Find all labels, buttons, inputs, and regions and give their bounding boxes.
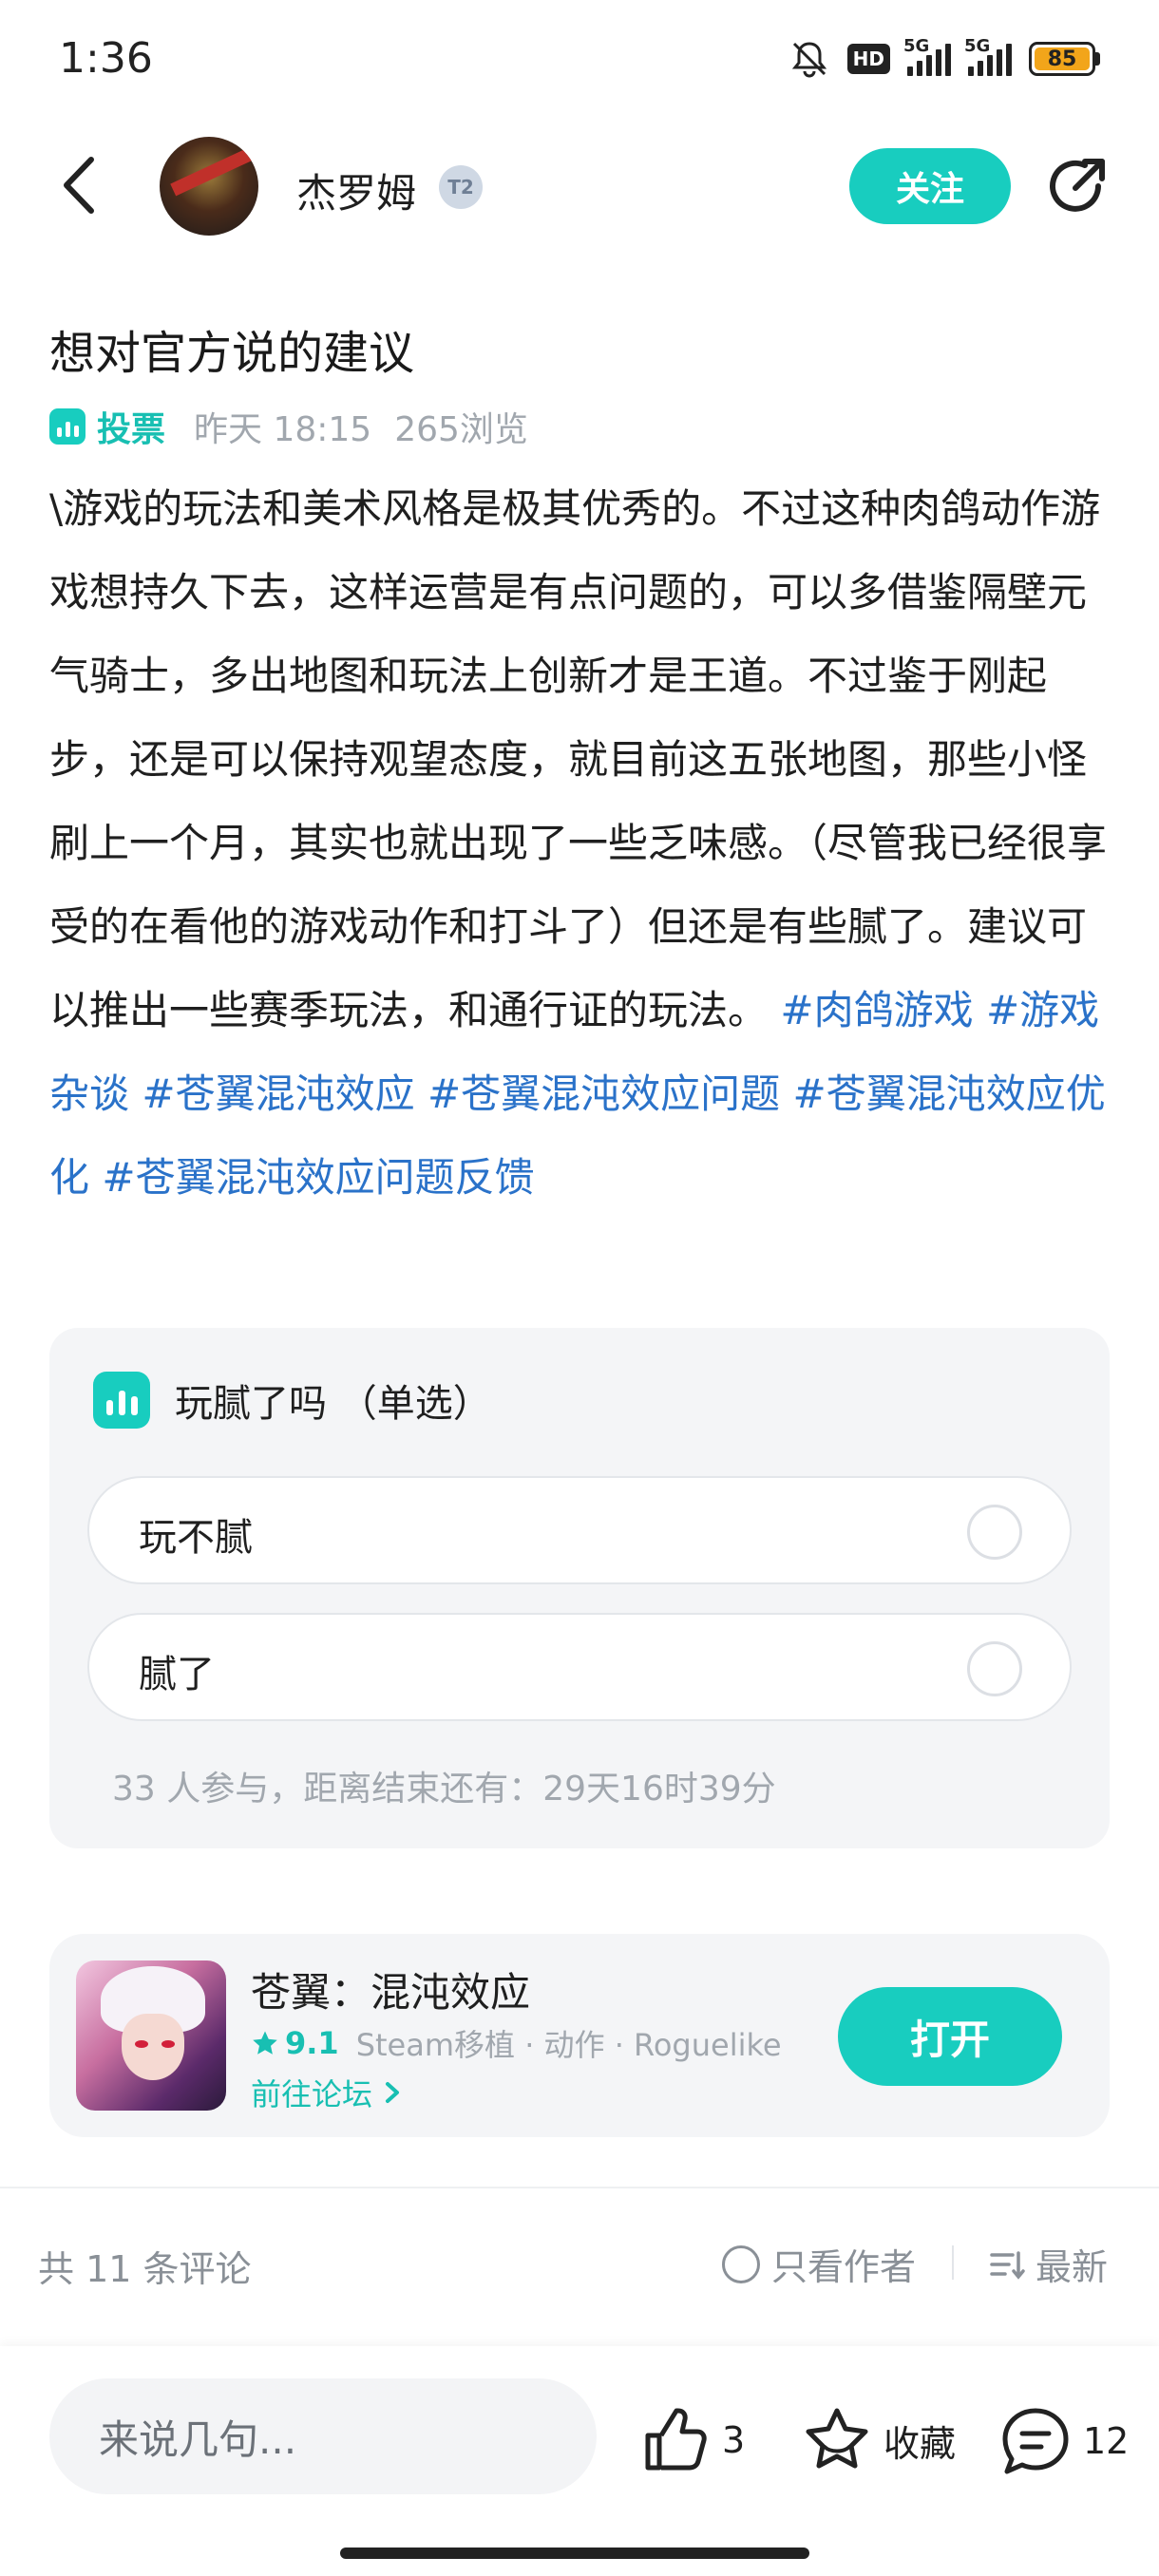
home-indicator[interactable] — [340, 2548, 809, 2559]
chevron-right-icon — [386, 2082, 400, 2103]
poll-option-label: 玩不腻 — [139, 1516, 253, 1560]
open-game-button[interactable]: 打开 — [838, 1987, 1062, 2086]
poll-icon — [93, 1372, 150, 1429]
game-card[interactable]: 苍翼：混沌效应 9.1 Steam移植 · 动作 · Roguelike 前往论… — [49, 1934, 1110, 2137]
comment-count: 共 11 条评论 — [38, 2248, 252, 2290]
network-label: 5G — [964, 36, 991, 56]
poll-title: 玩腻了吗 （单选） — [175, 1382, 491, 1426]
game-info: 9.1 Steam移植 · 动作 · Roguelike — [251, 2021, 782, 2065]
author-name[interactable]: 杰罗姆 — [296, 161, 416, 219]
battery-icon: 85 — [1029, 42, 1100, 76]
signal-icon: 5G — [964, 36, 1012, 76]
post-meta: 投票 昨天 18:15 265浏览 — [49, 403, 528, 450]
poll-icon — [49, 408, 86, 445]
comment-bubble-icon — [1002, 2408, 1069, 2474]
post-body: \游戏的玩法和美术风格是极其优秀的。不过这种肉鸽动作游戏想持久下去，这样运营是有… — [49, 467, 1113, 1220]
like-button[interactable]: 3 — [640, 2405, 745, 2475]
poll-card: 玩腻了吗 （单选） 玩不腻 腻了 33 人参与，距离结束还有：29天16时39分 — [49, 1328, 1110, 1848]
level-badge: T2 — [439, 165, 483, 209]
star-outline-icon — [806, 2408, 868, 2469]
comment-button[interactable]: 12 — [999, 2405, 1129, 2477]
status-time: 1:36 — [59, 34, 153, 83]
post-header: 杰罗姆 T2 关注 — [0, 133, 1159, 237]
like-count: 3 — [722, 2419, 746, 2461]
follow-button[interactable]: 关注 — [849, 148, 1011, 224]
star-icon — [253, 2031, 277, 2055]
post-title: 想对官方说的建议 — [49, 327, 415, 380]
author-only-label: 只看作者 — [771, 2246, 917, 2288]
favorite-button[interactable]: 收藏 — [802, 2405, 956, 2475]
vote-tag[interactable]: 投票 — [49, 402, 165, 451]
signal-icon: 5G — [903, 36, 951, 76]
checkbox-circle-icon — [722, 2245, 760, 2283]
avatar[interactable] — [160, 137, 258, 236]
hashtag[interactable]: #苍翼混沌效应问题 — [428, 1070, 780, 1117]
hashtag[interactable]: #肉鸽游戏 — [780, 987, 973, 1033]
back-icon[interactable] — [53, 154, 110, 217]
forum-link-label: 前往论坛 — [251, 2076, 373, 2112]
mute-bell-icon — [791, 42, 826, 78]
poll-option[interactable]: 玩不腻 — [87, 1476, 1072, 1584]
bottom-bar: 来说几句... 3 收藏 12 — [0, 2346, 1159, 2576]
share-icon[interactable] — [1043, 154, 1110, 220]
comment-count-badge: 12 — [1083, 2420, 1130, 2462]
hashtag[interactable]: #苍翼混沌效应问题反馈 — [102, 1154, 534, 1201]
game-icon — [76, 1960, 226, 2111]
thumbs-up-icon — [645, 2408, 707, 2471]
game-rating-value: 9.1 — [285, 2025, 339, 2061]
game-rating: 9.1 — [251, 2025, 339, 2061]
vote-tag-label: 投票 — [97, 410, 166, 449]
post-views: 265浏览 — [394, 410, 528, 449]
network-label: 5G — [903, 36, 930, 56]
favorite-label: 收藏 — [884, 2422, 957, 2465]
radio-button[interactable] — [967, 1641, 1022, 1696]
game-tags: Steam移植 · 动作 · Roguelike — [355, 2027, 782, 2063]
post-text: \游戏的玩法和美术风格是极其优秀的。不过这种肉鸽动作游戏想持久下去，这样运营是有… — [49, 485, 1108, 1033]
post-time: 昨天 18:15 — [194, 410, 372, 449]
sort-icon — [990, 2250, 1025, 2280]
forum-link[interactable]: 前往论坛 — [251, 2071, 403, 2114]
sort-label: 最新 — [1036, 2246, 1109, 2288]
comments-bar: 共 11 条评论 只看作者 最新 — [0, 2204, 1159, 2318]
status-bar: 1:36 HD 5G 5G 85 — [0, 0, 1159, 123]
poll-footer: 33 人参与，距离结束还有：29天16时39分 — [112, 1770, 776, 1809]
sort-button[interactable]: 最新 — [988, 2238, 1108, 2290]
battery-level: 85 — [1035, 47, 1090, 71]
author-only-toggle[interactable]: 只看作者 — [722, 2238, 916, 2290]
divider — [952, 2245, 954, 2280]
status-icons: HD 5G 5G 85 — [788, 36, 1100, 80]
hd-voice-icon: HD — [846, 44, 890, 74]
poll-option[interactable]: 腻了 — [87, 1613, 1072, 1721]
poll-header: 玩腻了吗 （单选） — [93, 1372, 491, 1429]
divider — [0, 2187, 1159, 2188]
radio-button[interactable] — [967, 1505, 1022, 1560]
poll-option-label: 腻了 — [139, 1653, 215, 1696]
comment-input[interactable]: 来说几句... — [49, 2378, 597, 2494]
game-name: 苍翼：混沌效应 — [251, 1969, 531, 2016]
hashtag[interactable]: #苍翼混沌效应 — [142, 1070, 414, 1117]
